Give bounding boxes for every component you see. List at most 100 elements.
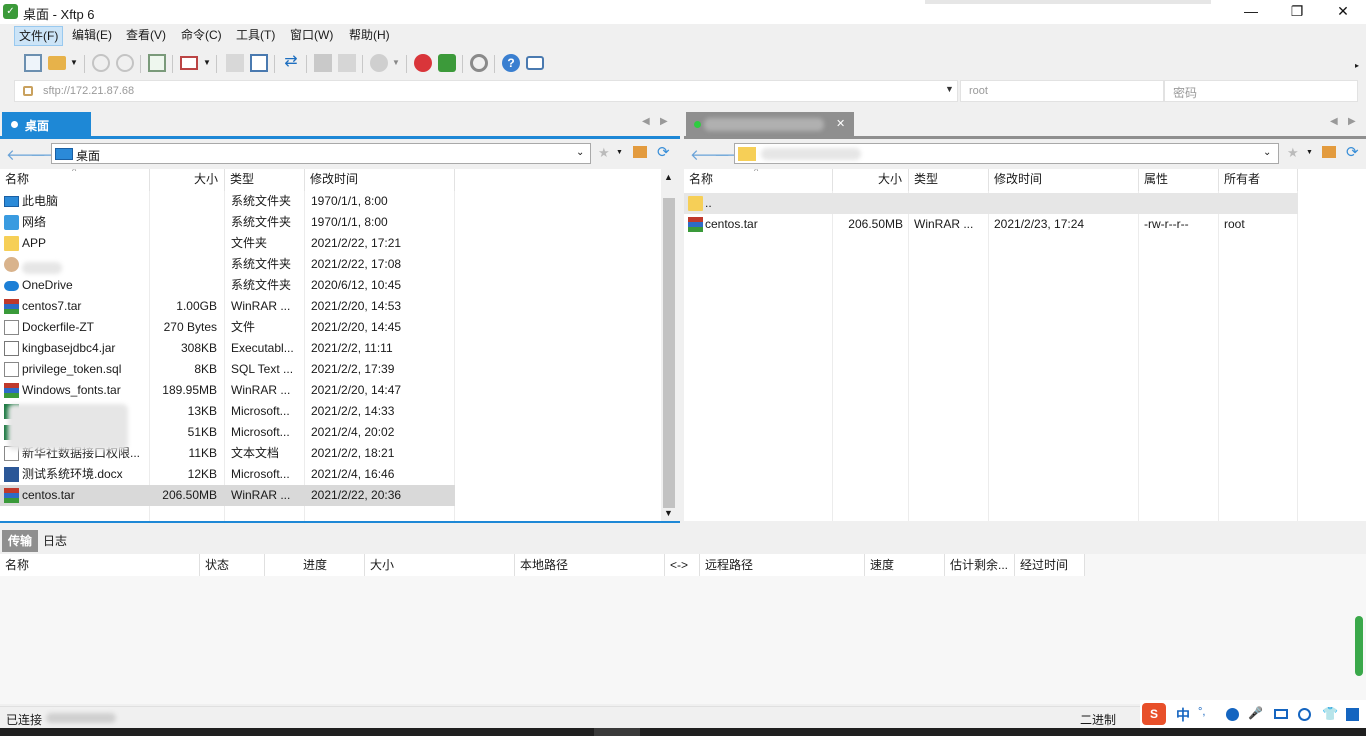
connect-icon[interactable] <box>92 54 110 72</box>
tab-transfer[interactable]: 传输 <box>2 530 39 552</box>
local-file-row[interactable]: 测试系统环境.docx 12KB Microsoft... 2021/2/4, 16:… <box>0 464 455 485</box>
apparel-icon[interactable]: 👕 <box>1322 706 1338 722</box>
path-dropdown-icon[interactable]: ⌄ <box>576 147 584 158</box>
voice-icon[interactable]: 🎤 <box>1248 706 1263 720</box>
remote-col-owner[interactable]: 所有者 <box>1219 169 1298 191</box>
menu-file[interactable]: 文件(F) <box>14 26 64 46</box>
remote-col-size[interactable]: 大小 <box>833 169 909 191</box>
refresh-icon[interactable]: ⟳ <box>657 143 670 161</box>
transfer-col-progress[interactable]: 进度 <box>265 554 365 576</box>
close-button[interactable]: ✕ <box>1320 0 1366 24</box>
home-icon[interactable] <box>1322 146 1336 158</box>
menu-window[interactable]: 窗口(W) <box>286 26 337 46</box>
paste-icon[interactable] <box>338 54 356 72</box>
address-bar[interactable]: sftp://172.21.87.68 ▼ <box>14 80 958 102</box>
scroll-down-icon[interactable]: ▼ <box>664 508 673 518</box>
disconnect-icon[interactable] <box>116 54 134 72</box>
transfer-col-eta[interactable]: 估计剩余... <box>945 554 1015 576</box>
remote-col-attr[interactable]: 属性 <box>1139 169 1219 191</box>
local-scrollbar[interactable]: ▲ ▼ <box>661 170 677 522</box>
bookmark-dropdown-icon[interactable]: ▼ <box>1306 149 1313 156</box>
keyboard-icon[interactable] <box>1274 709 1288 719</box>
transfer-col-elapsed[interactable]: 经过时间 <box>1015 554 1085 576</box>
local-path-field[interactable]: 桌面 ⌄ <box>51 143 591 164</box>
tab-scroll-left-icon[interactable]: ◀ <box>1330 116 1338 127</box>
refresh-icon[interactable]: ⟳ <box>1346 143 1359 161</box>
remote-file-row[interactable]: .. <box>684 193 1298 214</box>
tab-log[interactable]: 日志 <box>37 530 73 552</box>
sogou-icon[interactable]: S <box>1142 703 1166 725</box>
toolbox-icon[interactable] <box>1346 708 1359 721</box>
local-file-row[interactable]: centos.tar 206.50MB WinRAR ... 2021/2/22, 2… <box>0 485 455 506</box>
bookmark-dropdown-icon[interactable]: ▼ <box>616 149 623 156</box>
remote-path-field[interactable]: ⌄ <box>734 143 1279 164</box>
menu-tools[interactable]: 工具(T) <box>232 26 279 46</box>
ime-lang[interactable]: 中 <box>1176 705 1190 725</box>
tab-scroll-right-icon[interactable]: ▶ <box>1348 116 1356 127</box>
open-dropdown-icon[interactable]: ▼ <box>70 58 78 67</box>
transfer-col-size[interactable]: 大小 <box>365 554 515 576</box>
scrollbar-thumb[interactable] <box>663 198 675 508</box>
menu-view[interactable]: 查看(V) <box>122 26 170 46</box>
skin-icon[interactable] <box>1298 708 1311 721</box>
new-session-icon[interactable] <box>24 54 42 72</box>
local-file-row[interactable]: Dockerfile-ZT 270 Bytes 文件 2021/2/20, 14:45 <box>0 317 455 338</box>
menu-command[interactable]: 命令(C) <box>177 26 226 46</box>
transfer-col-direction[interactable]: <-> <box>665 554 700 576</box>
local-file-row[interactable]: 系统文件夹 2021/2/22, 17:08 <box>0 254 455 275</box>
tab-close-icon[interactable]: ✕ <box>836 117 845 130</box>
local-file-row[interactable]: APP 文件夹 2021/2/22, 17:21 <box>0 233 455 254</box>
emoji-icon[interactable] <box>1226 708 1239 721</box>
minimize-button[interactable]: — <box>1228 0 1274 24</box>
remote-file-row[interactable]: centos.tar 206.50MB WinRAR ... 2021/2/23, 1… <box>684 214 1298 235</box>
username-field[interactable]: root <box>960 80 1164 102</box>
local-col-type[interactable]: 类型 <box>225 169 305 191</box>
menu-help[interactable]: 帮助(H) <box>345 26 394 46</box>
taskbar-active-app[interactable] <box>594 728 640 736</box>
punctuation-icon[interactable]: °, <box>1198 706 1205 718</box>
transfer-col-remote-path[interactable]: 远程路径 <box>700 554 865 576</box>
toolbar-more-icon[interactable]: ▸ <box>1355 61 1359 70</box>
tab-scroll-right-icon[interactable]: ▶ <box>660 116 668 127</box>
help-icon[interactable]: ? <box>502 54 520 72</box>
password-field[interactable]: 密码 <box>1164 80 1358 102</box>
address-dropdown-icon[interactable]: ▼ <box>945 84 954 94</box>
local-col-size[interactable]: 大小 <box>150 169 225 191</box>
maximize-button[interactable]: ❐ <box>1274 0 1320 24</box>
xshell-icon[interactable] <box>414 54 432 72</box>
address-input[interactable]: sftp://172.21.87.68 <box>43 85 134 97</box>
copy-icon[interactable] <box>314 54 332 72</box>
remote-col-modified[interactable]: 修改时间 <box>989 169 1139 191</box>
local-file-row[interactable]: OneDrive 系统文件夹 2020/6/12, 10:45 <box>0 275 455 296</box>
menu-edit[interactable]: 编辑(E) <box>68 26 116 46</box>
transfer-icon[interactable] <box>180 56 198 70</box>
transfer-col-name[interactable]: 名称 <box>0 554 200 576</box>
home-icon[interactable] <box>633 146 647 158</box>
local-file-row[interactable]: 此电脑 系统文件夹 1970/1/1, 8:00 <box>0 191 455 212</box>
star-icon[interactable]: ★ <box>1287 145 1299 161</box>
encoding-icon[interactable] <box>370 54 388 72</box>
encoding-dropdown-icon[interactable]: ▼ <box>392 58 400 67</box>
transfer-col-speed[interactable]: 速度 <box>865 554 945 576</box>
local-file-row[interactable]: 网络 系统文件夹 1970/1/1, 8:00 <box>0 212 455 233</box>
star-icon[interactable]: ★ <box>598 145 610 161</box>
tab-local-desktop[interactable]: 桌面 <box>2 112 91 137</box>
gear-icon[interactable] <box>470 54 488 72</box>
chat-icon[interactable] <box>526 56 544 70</box>
scroll-up-icon[interactable]: ▲ <box>664 172 673 182</box>
transfer-mode[interactable]: 二进制 <box>1080 711 1116 728</box>
open-folder-icon[interactable] <box>48 56 66 70</box>
transfer-dropdown-icon[interactable]: ▼ <box>203 58 211 67</box>
tab-remote-session[interactable]: ✕ <box>686 112 854 137</box>
tab-scroll-left-icon[interactable]: ◀ <box>642 116 650 127</box>
path-dropdown-icon[interactable]: ⌄ <box>1263 147 1271 158</box>
xftp-new-icon[interactable] <box>438 54 456 72</box>
remote-col-name[interactable]: 名称 <box>684 169 833 191</box>
remote-col-type[interactable]: 类型 <box>909 169 989 191</box>
local-file-row[interactable]: centos7.tar 1.00GB WinRAR ... 2021/2/20, 14… <box>0 296 455 317</box>
upload-icon[interactable] <box>250 54 268 72</box>
transfer-col-local-path[interactable]: 本地路径 <box>515 554 665 576</box>
properties-icon[interactable] <box>226 54 244 72</box>
new-window-icon[interactable] <box>148 54 166 72</box>
local-col-modified[interactable]: 修改时间 <box>305 169 455 191</box>
